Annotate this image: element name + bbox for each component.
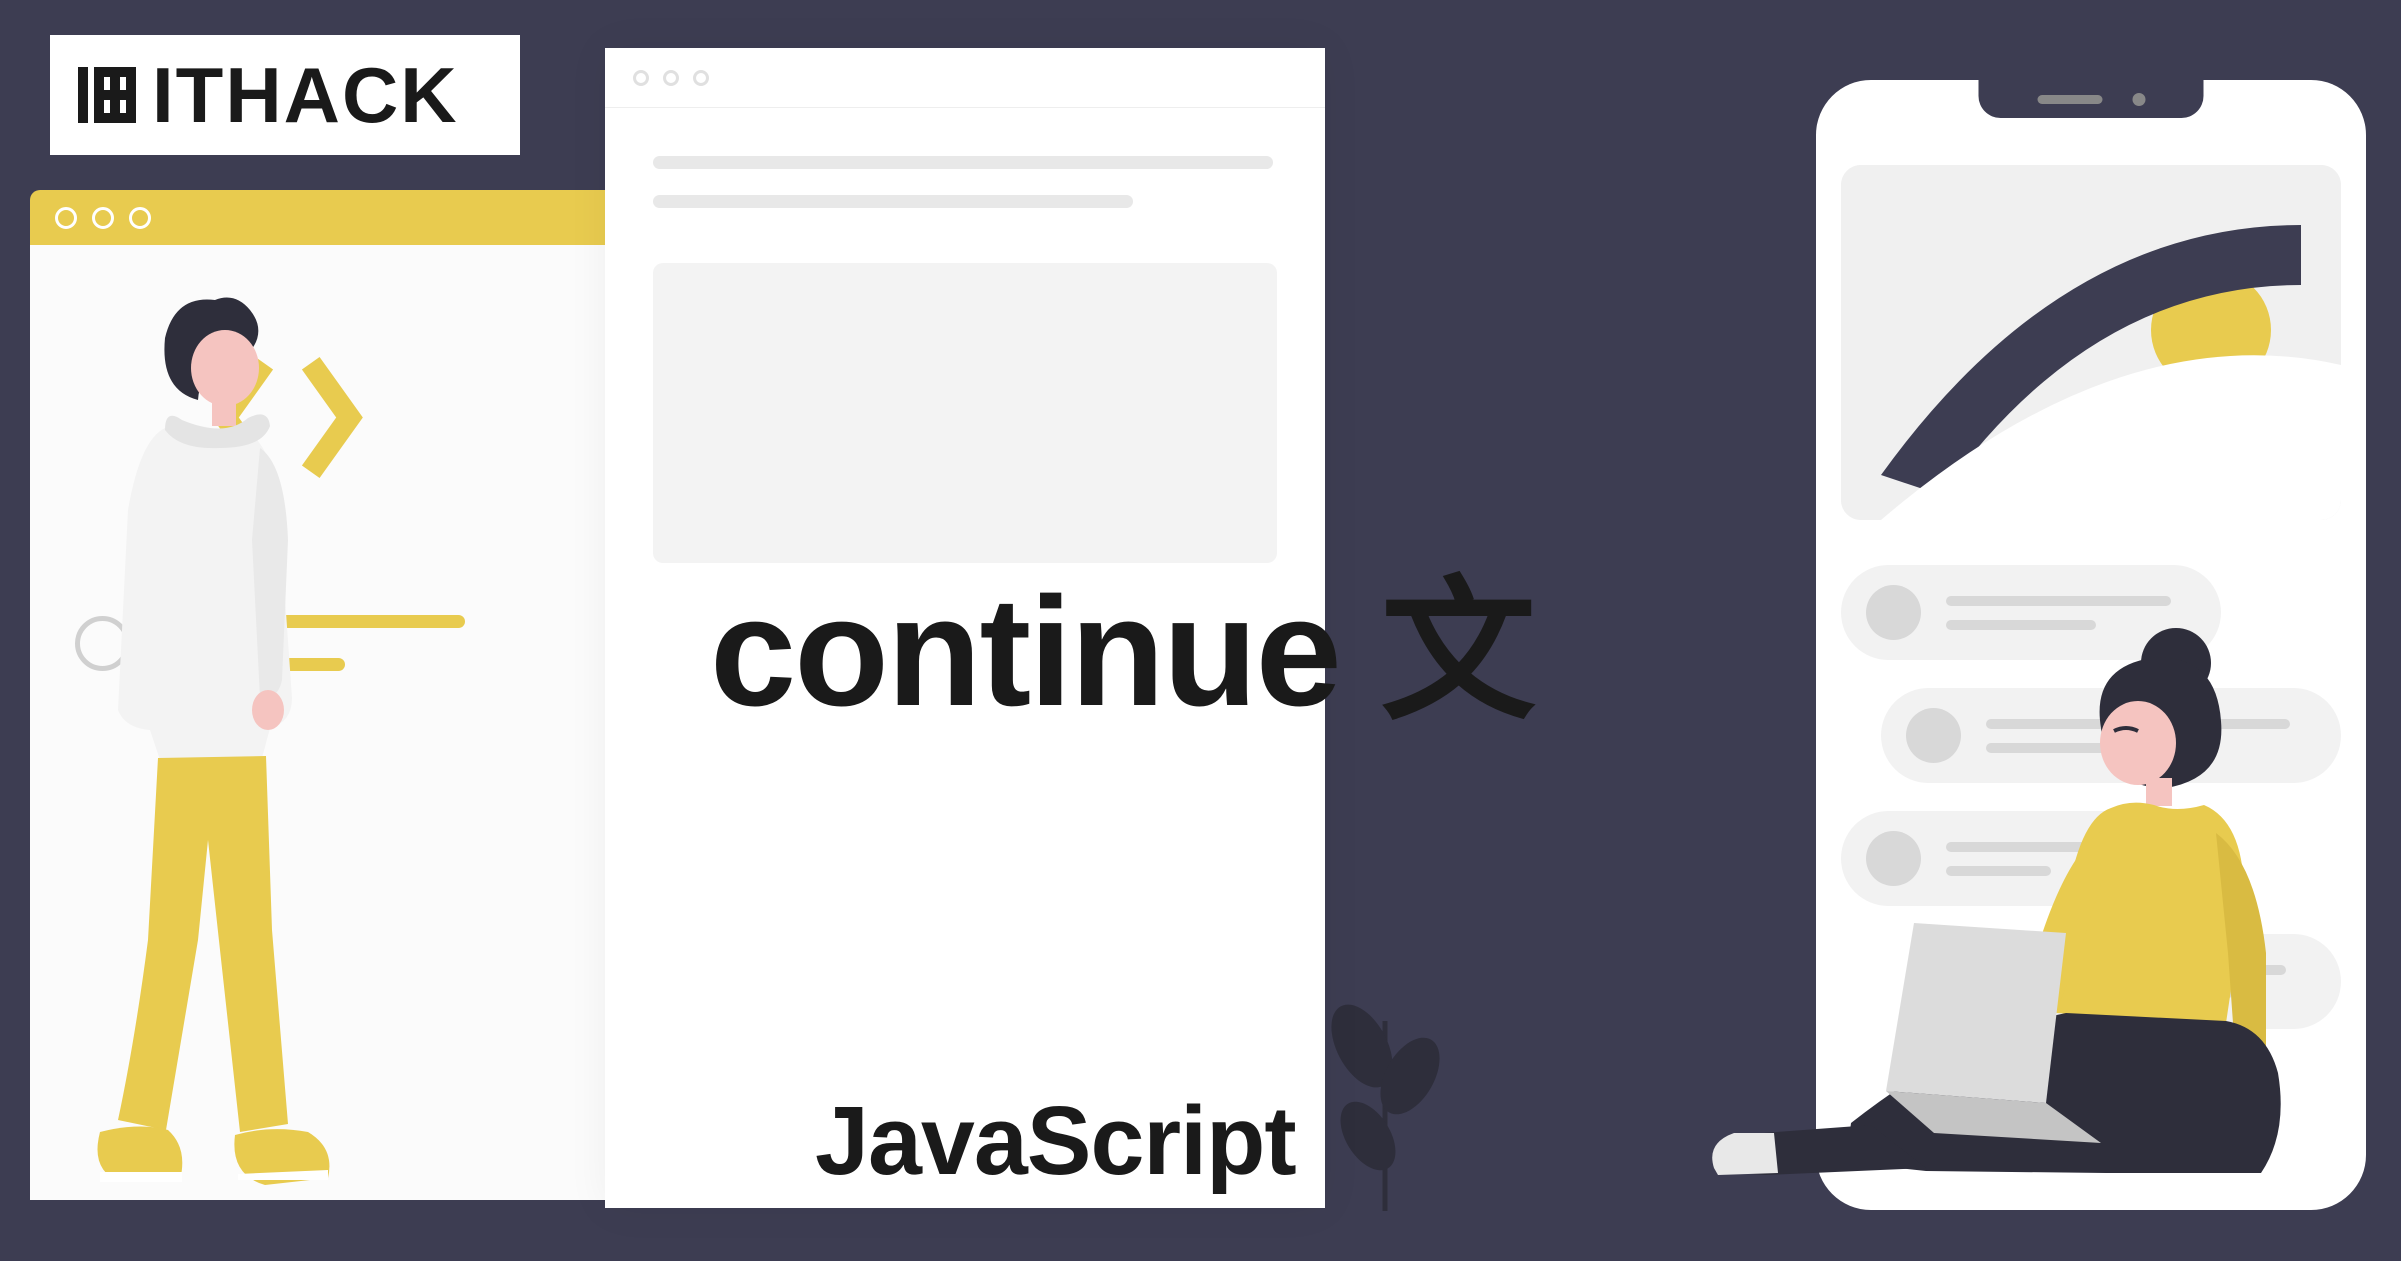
browser-header <box>605 48 1325 108</box>
skeleton-text <box>653 156 1277 208</box>
skeleton-line <box>1946 596 2171 606</box>
phone-speaker-icon <box>2037 95 2102 104</box>
phone-hero-image <box>1841 165 2341 520</box>
page-subtitle: JavaScript <box>815 1085 1296 1197</box>
sitting-person-illustration <box>1706 613 2346 1213</box>
plant-illustration <box>1320 881 1450 1211</box>
phone-notch <box>1979 80 2204 118</box>
browser-header <box>30 190 620 245</box>
traffic-light-dot <box>129 207 151 229</box>
skeleton-card <box>653 263 1277 563</box>
logo-text: ITHACK <box>152 50 459 141</box>
traffic-light-dot <box>663 70 679 86</box>
skeleton-line <box>653 195 1133 208</box>
traffic-light-dot <box>693 70 709 86</box>
logo-badge: ITHACK <box>50 35 520 155</box>
traffic-light-dot <box>55 207 77 229</box>
traffic-light-dot <box>92 207 114 229</box>
phone-camera-icon <box>2132 93 2145 106</box>
traffic-light-dot <box>633 70 649 86</box>
logo-icon <box>70 59 142 131</box>
skeleton-line <box>653 156 1273 169</box>
standing-person-illustration <box>70 280 350 1210</box>
page-title: continue 文 <box>710 525 1534 750</box>
